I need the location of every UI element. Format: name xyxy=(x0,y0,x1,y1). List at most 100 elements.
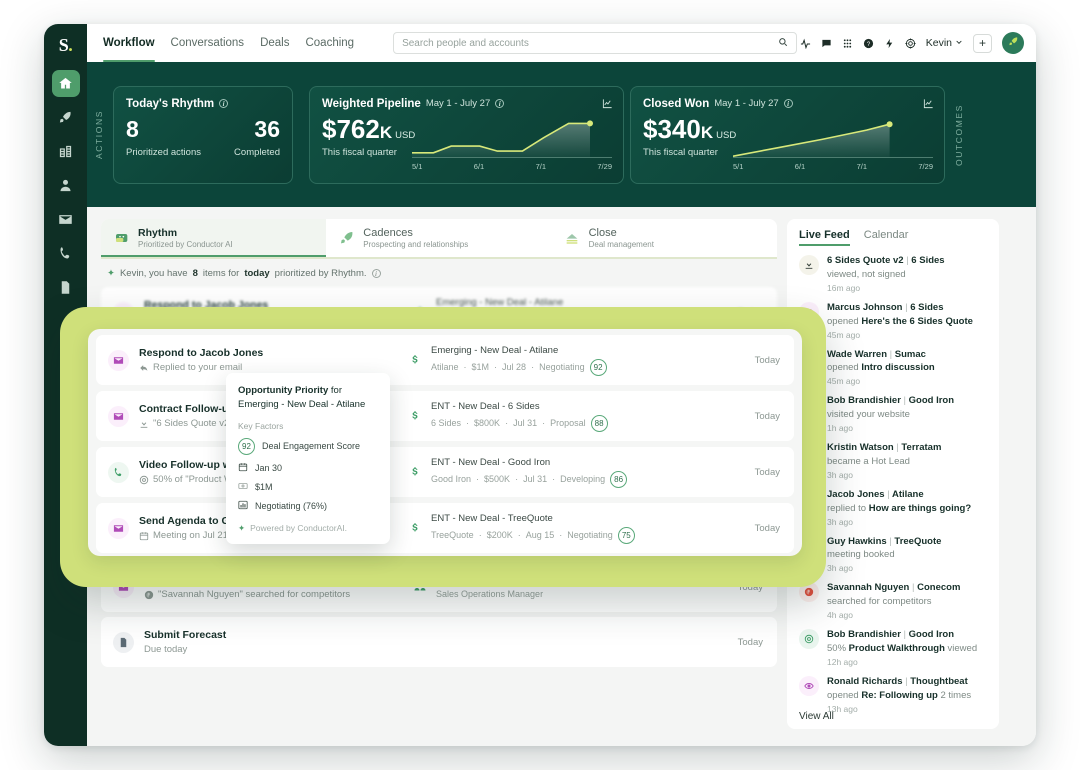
view-all-link[interactable]: View All xyxy=(799,711,834,722)
completed-metric: 36 Completed xyxy=(234,118,280,158)
todays-rhythm-card[interactable]: Today's Rhythm i 8 Prioritized actions 3… xyxy=(113,86,293,184)
tab-sublabel: Deal management xyxy=(589,240,654,249)
feed-item[interactable]: Bob Brandishier | Good Iron50% Product W… xyxy=(799,629,987,667)
avatar[interactable] xyxy=(1002,32,1024,54)
rail-item-calls[interactable] xyxy=(52,240,80,267)
rail-item-cadences[interactable] xyxy=(52,104,80,131)
search-icon[interactable] xyxy=(778,34,788,52)
nav-tab-coaching[interactable]: Coaching xyxy=(305,24,354,62)
deal-title: Emerging - New Deal - Atilane xyxy=(431,345,607,356)
feed-item[interactable]: Kristin Watson | Terratam became a Hot Le… xyxy=(799,442,987,480)
tooltip-footer: ✦ Powered by ConductorAI. xyxy=(238,523,378,534)
rail-item-email[interactable] xyxy=(52,206,80,233)
tooltip-factor-amount: $1M xyxy=(238,481,378,493)
feed-item[interactable]: Marcus Johnson | 6 Sidesopened Here's th… xyxy=(799,302,987,340)
tooltip-factor-stage: Negotiating (76%) xyxy=(238,500,378,512)
meta-item: Aug 15 xyxy=(526,530,555,540)
rail-item-accounts[interactable] xyxy=(52,138,80,165)
task-subtitle: "Savannah Nguyen" searched for competito… xyxy=(144,589,412,600)
feed-item[interactable]: Jacob Jones | Atilanereplied to How are … xyxy=(799,489,987,527)
feed-item-body: 6 Sides Quote v2 | 6 Sidesviewed, not si… xyxy=(827,255,945,293)
tab-cadences[interactable]: Cadences Prospecting and relationships xyxy=(326,219,551,257)
feed-separator: | xyxy=(890,349,892,360)
rail-item-documents[interactable] xyxy=(52,274,80,301)
note-prefix: Kevin, you have xyxy=(120,268,188,279)
feed-item-action: viewed, not signed xyxy=(827,269,945,281)
search-input[interactable] xyxy=(402,38,778,49)
app-logo[interactable]: S. xyxy=(44,28,87,63)
tab-calendar[interactable]: Calendar xyxy=(864,229,909,246)
feed-item-time: 3h ago xyxy=(827,517,971,527)
feed-tab-label: Calendar xyxy=(864,229,909,241)
meta-sep: · xyxy=(464,362,467,372)
dialpad-icon[interactable] xyxy=(842,38,853,49)
rail-item-home[interactable] xyxy=(52,70,80,97)
meta-item: Negotiating xyxy=(539,362,585,372)
user-menu[interactable]: Kevin xyxy=(926,37,963,49)
activity-icon[interactable] xyxy=(800,38,811,49)
closed-won-card[interactable]: Closed Won May 1 - July 27 i $340KUSD Th… xyxy=(630,86,945,184)
tab-live-feed[interactable]: Live Feed xyxy=(799,229,850,246)
info-icon[interactable]: i xyxy=(784,99,793,108)
target-icon xyxy=(139,475,149,485)
prioritized-metric: 8 Prioritized actions xyxy=(126,118,201,158)
feed-item[interactable]: Savannah Nguyen | Conecomsearched for co… xyxy=(799,582,987,620)
meta-sep: · xyxy=(542,418,545,428)
rail-item-people[interactable] xyxy=(52,172,80,199)
task-row[interactable]: Send Agenda to Guy HawkinsMeeting on Jul… xyxy=(96,503,794,553)
row-deal-info: Emerging - New Deal - AtilaneAtilane·$1M… xyxy=(431,345,607,376)
row-primary: Submit ForecastDue today xyxy=(144,629,412,655)
feed-item-action: became a Hot Lead xyxy=(827,456,941,468)
logo-dot: . xyxy=(68,35,72,56)
info-icon[interactable]: i xyxy=(219,99,228,108)
feed-item[interactable]: Wade Warren | Sumacopened Intro discussi… xyxy=(799,349,987,387)
meta-sep: · xyxy=(505,418,508,428)
info-icon[interactable]: i xyxy=(495,99,504,108)
feed-item-time: 45m ago xyxy=(827,330,973,340)
feed-separator: | xyxy=(887,489,889,500)
home-icon xyxy=(58,76,73,91)
feed-item-title: Kristin Watson | Terratam xyxy=(827,442,941,454)
sparkle-icon: ✦ xyxy=(238,523,245,534)
nav-tab-conversations[interactable]: Conversations xyxy=(171,24,245,62)
task-subtitle-text: Due today xyxy=(144,644,187,655)
settings-icon[interactable] xyxy=(905,38,916,49)
info-icon[interactable]: i xyxy=(372,269,381,278)
deal-score-badge: 75 xyxy=(618,527,635,544)
row-secondary: ENT - New Deal - TreeQuoteTreeQuote·$200… xyxy=(407,513,738,544)
task-due: Today xyxy=(738,411,780,422)
hero-label-outcomes: OUTCOMES xyxy=(951,86,967,184)
deal-meta: Good Iron·$500K·Jul 31·Developing86 xyxy=(431,471,627,488)
tab-label: Close xyxy=(589,227,654,239)
meta-item: $800K xyxy=(474,418,500,428)
deal-engagement-score: 92 xyxy=(238,438,255,455)
money-icon xyxy=(238,481,248,493)
feed-item-time: 16m ago xyxy=(827,283,945,293)
lightning-icon[interactable] xyxy=(884,38,895,49)
feed-item[interactable]: Ronald Richards | Thoughtbeatopened Re: … xyxy=(799,676,987,714)
feed-item[interactable]: Guy Hawkins | TreeQuotemeeting booked3h … xyxy=(799,536,987,574)
tab-sublabel: Prospecting and relationships xyxy=(363,240,468,249)
nav-tab-workflow[interactable]: Workflow xyxy=(103,24,155,62)
tab-rhythm[interactable]: Rhythm Prioritized by Conductor AI xyxy=(101,219,326,257)
weighted-pipeline-card[interactable]: Weighted Pipeline May 1 - July 27 i $762… xyxy=(309,86,624,184)
nav-tab-deals[interactable]: Deals xyxy=(260,24,289,62)
task-row[interactable]: Submit ForecastDue todayToday xyxy=(101,617,777,667)
tab-sublabel: Prioritized by Conductor AI xyxy=(138,240,233,249)
feed-item[interactable]: Bob Brandishier | Good Ironvisited your … xyxy=(799,395,987,433)
search-box[interactable] xyxy=(393,32,797,54)
chat-icon[interactable] xyxy=(821,38,832,49)
top-bar: Workflow Conversations Deals Coaching ? … xyxy=(87,24,1036,62)
task-row[interactable]: Respond to Jacob JonesReplied to your em… xyxy=(96,335,794,385)
rocket-icon xyxy=(338,230,355,247)
task-row[interactable]: Video Follow-up with Bob50% of "Product … xyxy=(96,447,794,497)
help-icon[interactable]: ? xyxy=(863,38,874,49)
row-secondary: ENT - New Deal - 6 Sides6 Sides·$800K·Ju… xyxy=(407,401,738,432)
tab-rhythm-text: Rhythm Prioritized by Conductor AI xyxy=(138,227,233,249)
add-button[interactable]: + xyxy=(973,34,992,53)
task-row[interactable]: Contract Follow-up for Ben"6 Sides Quote… xyxy=(96,391,794,441)
feed-item-time: 4h ago xyxy=(827,610,960,620)
amount-value: $340 xyxy=(643,114,701,144)
feed-item[interactable]: 6 Sides Quote v2 | 6 Sidesviewed, not si… xyxy=(799,255,987,293)
tab-close[interactable]: Close Deal management xyxy=(552,219,777,257)
